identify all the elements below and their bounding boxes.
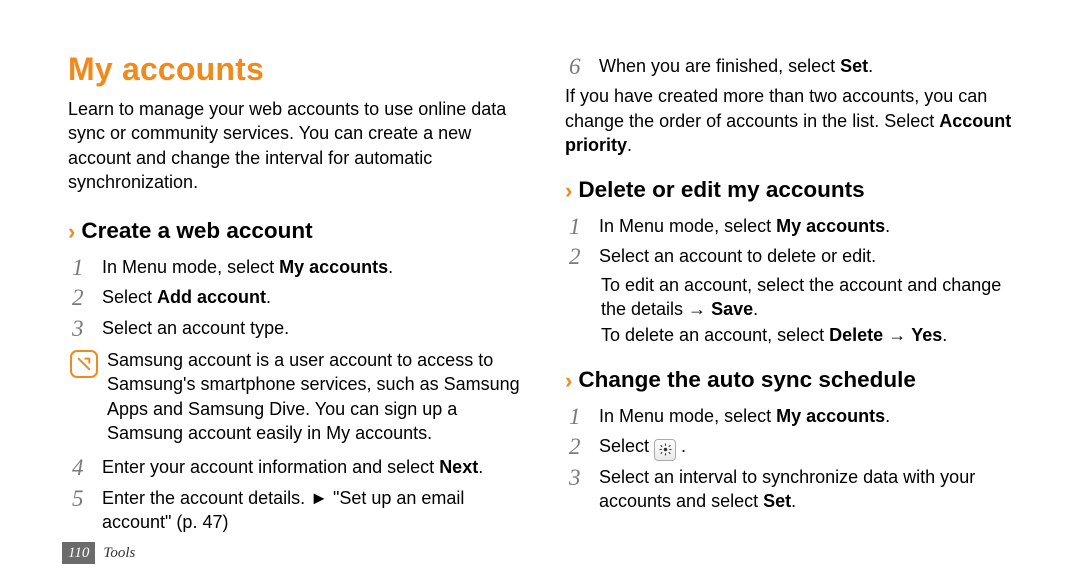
text-fragment: . — [266, 287, 271, 307]
step-number: 2 — [569, 244, 587, 270]
continuation-paragraph: If you have created more than two accoun… — [565, 84, 1024, 157]
page-number: 110 — [62, 542, 95, 564]
step-number: 6 — [569, 54, 587, 80]
text-fragment: → — [883, 325, 911, 345]
right-column: 6 When you are finished, select Set. If … — [565, 48, 1024, 538]
bold-text: My accounts — [279, 257, 388, 277]
step-2: 2 Select Add account. — [68, 285, 527, 311]
step-number: 3 — [569, 465, 587, 491]
text-fragment: . — [885, 216, 890, 236]
step-text: In Menu mode, select My accounts. — [102, 255, 527, 279]
bold-text: Next — [439, 457, 478, 477]
gear-icon — [654, 439, 676, 461]
text-fragment: . — [885, 406, 890, 426]
bold-text: My accounts — [776, 406, 885, 426]
step-text: In Menu mode, select My accounts. — [599, 404, 1024, 428]
text-fragment: In Menu mode, select — [599, 406, 776, 426]
step-number: 2 — [569, 434, 587, 460]
step-4: 4 Enter your account information and sel… — [68, 455, 527, 481]
bold-text: My accounts — [776, 216, 885, 236]
text-fragment: Enter your account information and selec… — [102, 457, 439, 477]
step-number: 5 — [72, 486, 90, 512]
bold-text: Set — [763, 491, 791, 511]
text-fragment: . — [942, 325, 947, 345]
step-text: Select . — [599, 434, 1024, 461]
step-text: In Menu mode, select My accounts. — [599, 214, 1024, 238]
text-fragment: If you have created more than two accoun… — [565, 86, 987, 130]
section-auto-sync-schedule: › Change the auto sync schedule — [565, 365, 1024, 395]
section-title: Create a web account — [81, 216, 312, 246]
step-2: 2 Select an account to delete or edit. — [565, 244, 1024, 270]
bold-text: Set — [840, 56, 868, 76]
text-fragment: In Menu mode, select — [599, 216, 776, 236]
text-fragment: In Menu mode, select — [102, 257, 279, 277]
chevron-right-icon: › — [565, 176, 572, 206]
section-title: Delete or edit my accounts — [578, 175, 864, 205]
step-1: 1 In Menu mode, select My accounts. — [565, 214, 1024, 240]
step-number: 1 — [569, 404, 587, 430]
section-delete-edit-accounts: › Delete or edit my accounts — [565, 175, 1024, 205]
bold-text: Save — [711, 299, 753, 319]
step-3: 3 Select an interval to synchronize data… — [565, 465, 1024, 514]
text-fragment: . — [627, 135, 632, 155]
chevron-right-icon: › — [565, 366, 572, 396]
text-fragment: To delete an account, select — [601, 325, 829, 345]
text-fragment: . — [388, 257, 393, 277]
section-create-web-account: › Create a web account — [68, 216, 527, 246]
step-number: 1 — [569, 214, 587, 240]
note-text: Samsung account is a user account to acc… — [107, 348, 527, 445]
chevron-right-icon: › — [68, 217, 75, 247]
step-3: 3 Select an account type. — [68, 316, 527, 342]
text-fragment: . — [753, 299, 758, 319]
text-fragment: To edit an account, select the account a… — [601, 275, 1001, 319]
text-fragment: . — [791, 491, 796, 511]
left-column: My accounts Learn to manage your web acc… — [68, 48, 527, 538]
step-text: When you are finished, select Set. — [599, 54, 1024, 78]
note-icon — [70, 350, 98, 378]
step-2: 2 Select . — [565, 434, 1024, 461]
intro-paragraph: Learn to manage your web accounts to use… — [68, 97, 527, 194]
chapter-name: Tools — [103, 543, 135, 563]
step-text: Enter your account information and selec… — [102, 455, 527, 479]
text-fragment: When you are finished, select — [599, 56, 840, 76]
text-fragment: . — [478, 457, 483, 477]
section-title: Change the auto sync schedule — [578, 365, 916, 395]
main-heading: My accounts — [68, 48, 527, 91]
step-text: Enter the account details. ► "Set up an … — [102, 486, 527, 535]
note-callout: Samsung account is a user account to acc… — [68, 348, 527, 445]
bold-text: Delete — [829, 325, 883, 345]
text-fragment: . — [681, 436, 686, 456]
step-text: Select an interval to synchronize data w… — [599, 465, 1024, 514]
page-footer: 110 Tools — [62, 542, 135, 564]
step-1: 1 In Menu mode, select My accounts. — [68, 255, 527, 281]
text-fragment: . — [868, 56, 873, 76]
step-number: 2 — [72, 285, 90, 311]
step-1: 1 In Menu mode, select My accounts. — [565, 404, 1024, 430]
sub-instruction-edit: To edit an account, select the account a… — [565, 273, 1024, 322]
text-fragment: Select — [599, 436, 654, 456]
step-number: 1 — [72, 255, 90, 281]
step-number: 3 — [72, 316, 90, 342]
step-text: Select an account type. — [102, 316, 527, 340]
step-text: Select Add account. — [102, 285, 527, 309]
bold-text: Add account — [157, 287, 266, 307]
text-fragment: Select — [102, 287, 157, 307]
step-text: Select an account to delete or edit. — [599, 244, 1024, 268]
two-column-layout: My accounts Learn to manage your web acc… — [68, 48, 1024, 538]
step-number: 4 — [72, 455, 90, 481]
step-6: 6 When you are finished, select Set. — [565, 54, 1024, 80]
step-5: 5 Enter the account details. ► "Set up a… — [68, 486, 527, 535]
sub-instruction-delete: To delete an account, select Delete → Ye… — [565, 323, 1024, 347]
manual-page: My accounts Learn to manage your web acc… — [0, 0, 1080, 586]
bold-text: Yes — [911, 325, 942, 345]
